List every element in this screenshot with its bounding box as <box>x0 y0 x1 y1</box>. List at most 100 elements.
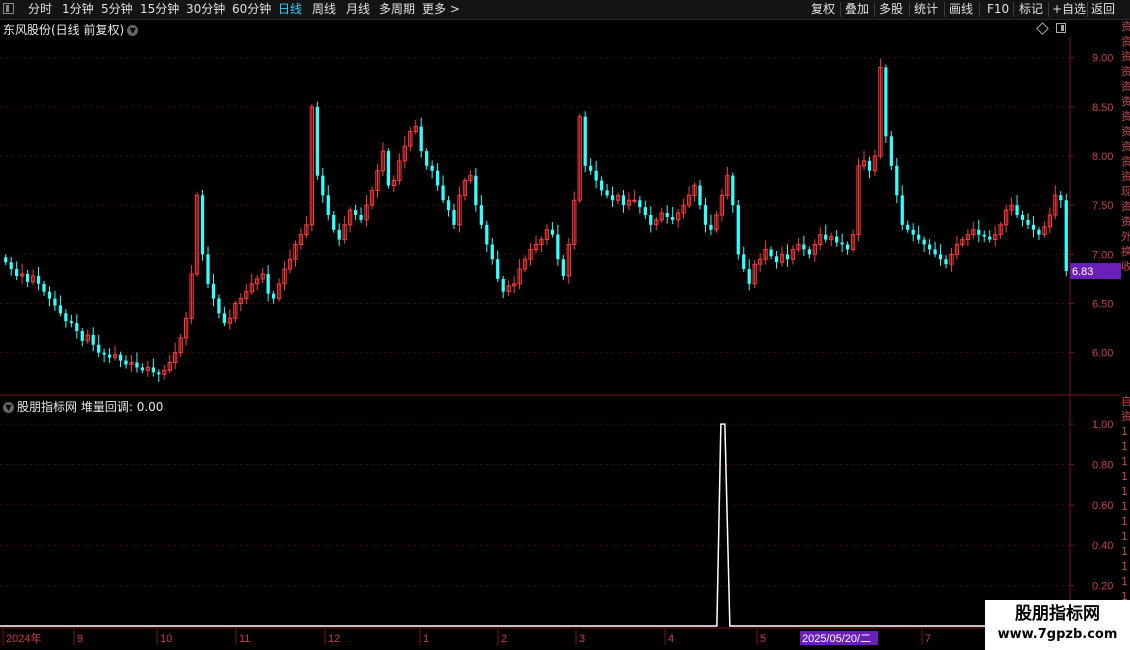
candle-body <box>550 229 555 235</box>
side-panel-char: 资 <box>1121 200 1130 213</box>
side-panel-char: 1 <box>1121 545 1128 558</box>
candle-body <box>315 106 319 176</box>
date-highlight-label: 2025/05/20/二 <box>802 633 871 645</box>
candle-body <box>452 210 456 225</box>
candle-body <box>91 334 95 345</box>
date-label: 9 <box>77 633 83 645</box>
candle-body <box>271 293 276 299</box>
candle-body <box>337 229 341 240</box>
candle-body <box>884 67 888 137</box>
date-label: 1 <box>423 633 429 645</box>
price-tag-label: 6.83 <box>1072 266 1093 278</box>
candle-body <box>933 249 937 255</box>
y-tick-label: 0.60 <box>1092 500 1113 512</box>
candle-body <box>824 234 828 240</box>
candle-body <box>425 151 429 166</box>
candle-body <box>135 362 139 368</box>
side-panel-char: 换 <box>1121 245 1130 258</box>
candle-body <box>982 234 986 237</box>
candle-body <box>211 283 216 299</box>
side-panel-char: 资 <box>1121 125 1130 138</box>
side-panel-char: 资 <box>1121 110 1130 123</box>
side-panel-char: 资 <box>1121 35 1130 48</box>
candle-body <box>900 195 904 225</box>
candle-body <box>867 160 872 171</box>
candle-body <box>731 175 735 206</box>
indicator-grid <box>0 423 1070 587</box>
y-tick-label: 9.00 <box>1092 53 1113 65</box>
candle-body <box>9 262 13 270</box>
candle-body <box>927 244 932 250</box>
candle-body <box>785 254 790 260</box>
candle-body <box>911 229 915 235</box>
side-panel-char: 资 <box>1121 95 1130 108</box>
candle-body <box>1037 229 1041 235</box>
watermark-url: www.7gpzb.com <box>997 627 1118 642</box>
side-panel-char: 1 <box>1121 470 1128 483</box>
side-panel-char: 1 <box>1121 575 1128 588</box>
side-panel-char: 资 <box>1121 65 1130 78</box>
y-tick-label: 7.00 <box>1092 249 1113 261</box>
candle-body <box>845 244 850 250</box>
candle-body <box>583 116 587 166</box>
side-panel-char: 收 <box>1121 260 1130 273</box>
axes: 6.00 6.50 7.00 7.50 8.00 8.50 9.00 0.20 0.40 0.60… <box>0 37 1121 629</box>
side-panel-char: 1 <box>1121 485 1128 498</box>
y-tick-label: 0.80 <box>1092 459 1113 471</box>
candle-body <box>802 244 806 250</box>
side-panel-char: 外 <box>1121 230 1130 243</box>
side-panel-char: 资 <box>1121 50 1130 63</box>
side-panel-char: 现 <box>1121 185 1130 198</box>
candle-body <box>1026 219 1030 225</box>
y-tick-label: 1.00 <box>1092 419 1113 431</box>
candle-body <box>441 185 445 201</box>
y-tick-label: 8.50 <box>1092 102 1113 114</box>
candle-body <box>80 331 84 341</box>
candle-body <box>353 210 358 215</box>
side-panel-char: 1 <box>1121 515 1128 528</box>
watermark: 股朋指标网 www.7gpzb.com <box>985 600 1130 650</box>
candle-body <box>157 372 161 375</box>
indicator-title: ▼ 股朋指标网 堆量回调: 0.00 <box>3 398 163 415</box>
side-panel-char <box>1121 364 1130 379</box>
chart-canvas[interactable]: 6.00 6.50 7.00 7.50 8.00 8.50 9.00 0.20 0.40 0.60… <box>0 0 1130 650</box>
candle-body <box>140 367 145 371</box>
candle-body <box>1020 215 1025 220</box>
candle-body <box>769 249 773 257</box>
side-panel-char: 资 <box>1121 170 1130 183</box>
side-panel-char <box>1121 289 1130 304</box>
candle-body <box>501 278 505 292</box>
candle-body <box>42 283 46 292</box>
candle-body <box>747 269 751 284</box>
candle-body <box>266 274 270 294</box>
side-panel-char: 1 <box>1121 455 1128 468</box>
side-panel-char <box>1121 379 1130 394</box>
candle-body <box>69 321 73 324</box>
date-label: 11 <box>239 633 250 645</box>
indicator-value-label: 堆量回调: 0.00 <box>80 400 164 414</box>
candle-body <box>332 215 336 230</box>
date-label: 2 <box>501 633 507 645</box>
candle-body <box>610 195 615 201</box>
candle-body <box>835 236 839 243</box>
candle-body <box>671 216 675 220</box>
candle-body <box>435 170 440 186</box>
candle-body <box>736 205 740 255</box>
chevron-down-icon[interactable]: ▼ <box>3 402 14 413</box>
date-label: 2024年 <box>6 631 41 645</box>
side-panel-char: 1 <box>1121 560 1128 573</box>
candle-body <box>124 360 128 365</box>
candle-body <box>703 205 708 225</box>
date-label: 12 <box>328 633 340 645</box>
candle-body <box>490 244 494 260</box>
candle-body <box>895 165 899 196</box>
candle-body <box>599 180 604 191</box>
candle-body <box>742 254 746 270</box>
candle-body <box>386 151 391 186</box>
candle-body <box>840 242 844 245</box>
watermark-name: 股朋指标网 <box>1015 604 1100 624</box>
y-tick-label: 6.00 <box>1092 348 1113 360</box>
side-panel-char <box>1121 274 1130 289</box>
candle-body <box>47 291 52 299</box>
candle-body <box>496 259 500 279</box>
